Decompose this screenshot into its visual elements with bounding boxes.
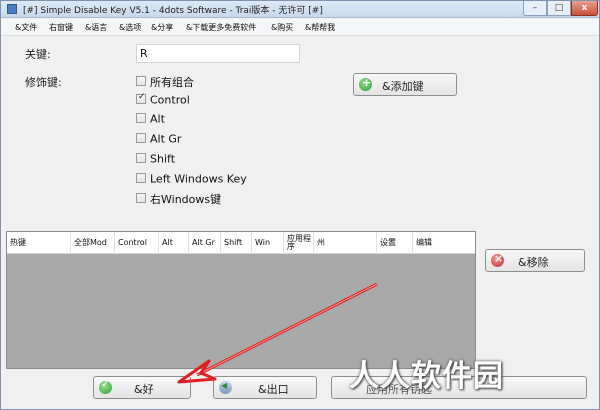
exit-button[interactable]: &出口 [213, 376, 317, 399]
checkmark-icon [99, 379, 112, 394]
column-settings[interactable]: 设置 [377, 232, 413, 254]
checkbox-label: Shift [150, 152, 176, 166]
ok-label: &好 [134, 383, 154, 396]
modifier-all-combinations-checkbox[interactable]: 所有组合 [136, 74, 194, 90]
exit-door-icon [219, 381, 232, 394]
checkbox-box[interactable] [136, 153, 146, 163]
modifier-control-checkbox[interactable]: Control [136, 92, 190, 109]
column-hotkey[interactable]: 热键 [7, 232, 71, 254]
column-state[interactable]: 州 [314, 232, 377, 254]
checkbox-label: Alt [150, 112, 165, 126]
app-window: [#] Simple Disable Key V5.1 - 4dots Soft… [0, 0, 600, 410]
menu-options[interactable]: &选项 [119, 22, 141, 33]
checkbox-box[interactable] [136, 173, 146, 183]
menu-buy[interactable]: &购买 [271, 22, 293, 33]
modifier-left-windows-checkbox[interactable]: Left Windows Key [136, 172, 247, 188]
hotkey-list[interactable]: 热键 全部Mod Control Alt Alt Gr Shift Win 应用… [6, 231, 476, 369]
column-altgr[interactable]: Alt Gr [189, 232, 221, 254]
checkbox-label: Left Windows Key [150, 172, 247, 186]
remove-icon [491, 252, 504, 267]
column-edit[interactable]: 编辑 [413, 232, 475, 254]
column-all-mod[interactable]: 全部Mod [71, 232, 115, 254]
minimize-button[interactable]: – [523, 1, 547, 16]
close-button[interactable]: x [571, 1, 598, 16]
title-bar[interactable]: [#] Simple Disable Key V5.1 - 4dots Soft… [1, 1, 599, 18]
checkbox-box[interactable] [136, 113, 146, 123]
key-input[interactable]: R [136, 44, 300, 63]
checkbox-label: Control [150, 93, 190, 107]
remove-label: &移除 [518, 256, 549, 269]
exit-label: &出口 [258, 383, 289, 396]
checkbox-label: Alt Gr [150, 132, 182, 146]
ok-button[interactable]: &好 [93, 376, 191, 399]
add-key-button[interactable]: &添加键 [353, 73, 457, 96]
menu-bar: &文件 右窗键 &语言 &选项 &分享 &下载更多免费软件 &购买 &帮帮我 [1, 19, 599, 36]
modifier-right-windows-checkbox[interactable]: 右Windows键 [136, 191, 221, 207]
add-icon [359, 76, 372, 91]
column-shift[interactable]: Shift [221, 232, 252, 254]
menu-right-click[interactable]: 右窗键 [49, 22, 73, 33]
maximize-button[interactable]: □ [547, 1, 571, 16]
list-header: 热键 全部Mod Control Alt Alt Gr Shift Win 应用… [7, 232, 475, 254]
checkbox-box[interactable] [136, 92, 146, 104]
modifier-alt-checkbox[interactable]: Alt [136, 112, 165, 128]
watermark-text: 人人软件园 [349, 359, 504, 394]
column-alt[interactable]: Alt [159, 232, 189, 254]
checkbox-box[interactable] [136, 133, 146, 143]
modifier-altgr-checkbox[interactable]: Alt Gr [136, 132, 181, 148]
menu-share[interactable]: &分享 [151, 22, 173, 33]
column-application[interactable]: 应用程序 [284, 232, 314, 254]
remove-button[interactable]: &移除 [485, 249, 585, 272]
checkbox-box[interactable] [136, 76, 146, 86]
column-win[interactable]: Win [252, 232, 284, 254]
checkbox-label: 所有组合 [150, 76, 194, 89]
window-title: [#] Simple Disable Key V5.1 - 4dots Soft… [23, 6, 323, 16]
menu-help[interactable]: &帮帮我 [305, 22, 335, 33]
add-key-label: &添加键 [382, 80, 424, 93]
key-label: 关键: [25, 48, 51, 61]
modifier-shift-checkbox[interactable]: Shift [136, 152, 175, 168]
modifier-label: 修饰键: [25, 76, 62, 89]
menu-download-more[interactable]: &下载更多免费软件 [186, 22, 256, 33]
menu-file[interactable]: &文件 [15, 22, 37, 33]
checkbox-label: 右Windows键 [150, 193, 222, 206]
column-control[interactable]: Control [115, 232, 159, 254]
checkbox-box[interactable] [136, 193, 146, 203]
app-icon [7, 4, 17, 14]
menu-language[interactable]: &语言 [85, 22, 107, 33]
